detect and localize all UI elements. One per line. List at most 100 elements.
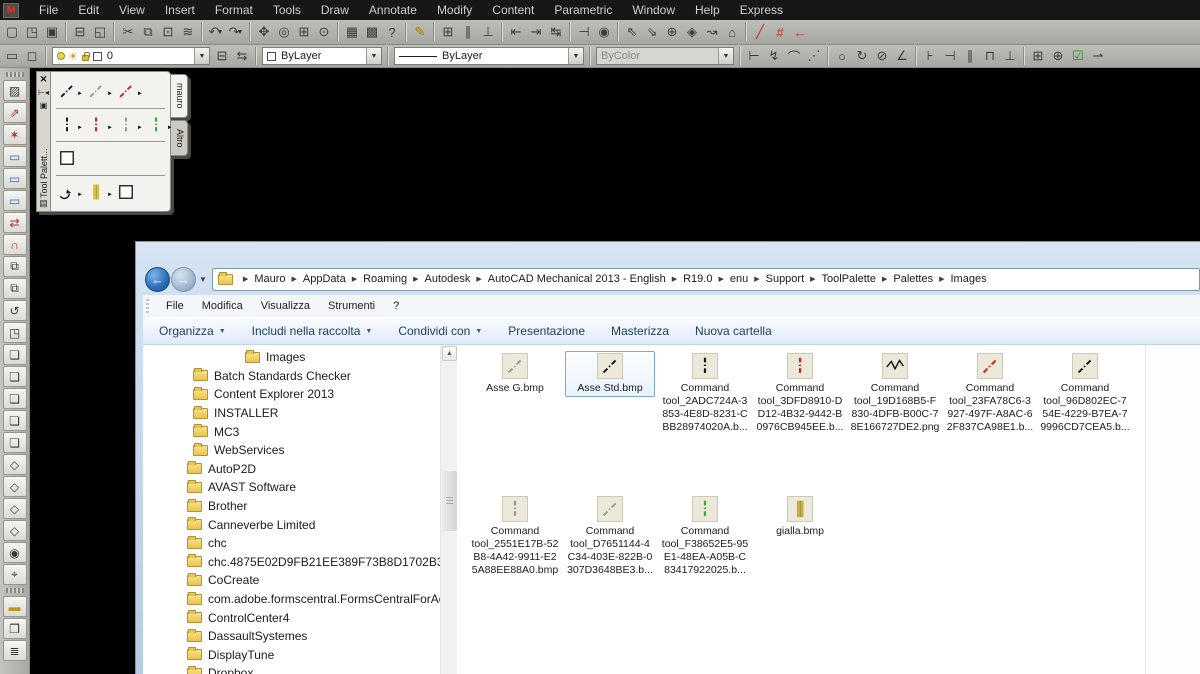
help-icon[interactable]: ?: [382, 22, 402, 42]
rotate-view-icon[interactable]: ↺: [2, 300, 27, 321]
construction-line-icon[interactable]: ╱: [750, 22, 770, 42]
construction-arrow-icon[interactable]: ←: [790, 22, 810, 42]
dim-baseline-icon[interactable]: ⇤: [506, 22, 526, 42]
redo-icon[interactable]: ↷ ▼: [226, 22, 246, 42]
iso-view-ne-icon[interactable]: ◇: [2, 454, 27, 475]
command-organizza[interactable]: Organizza ▼: [159, 324, 226, 338]
iso-view-sw-icon[interactable]: ◇: [2, 520, 27, 541]
breadcrumb-roaming[interactable]: Roaming: [363, 273, 407, 285]
tree-item-chc-4875e02d9fb21ee389f73b8d1702b320485d[interactable]: chc.4875E02D9FB21EE389F73B8D1702B320485D…: [143, 553, 440, 572]
sheet-set-icon[interactable]: ❐: [2, 618, 27, 639]
hatch-icon[interactable]: ▨: [2, 80, 27, 101]
acad-menu-annotate[interactable]: Annotate: [359, 1, 427, 19]
power-dimension-icon[interactable]: ⊣: [574, 22, 594, 42]
acad-menu-insert[interactable]: Insert: [155, 1, 205, 19]
leader-note-icon[interactable]: ↝: [702, 22, 722, 42]
polyline-arrow-icon[interactable]: ⇗: [2, 102, 27, 123]
layer-previous-icon[interactable]: ▭: [2, 46, 22, 66]
cut-icon[interactable]: ✂: [118, 22, 138, 42]
title-block-icon[interactable]: ⌂: [722, 22, 742, 42]
tree-item-chc[interactable]: chc: [143, 534, 440, 553]
toolbar-grip[interactable]: [5, 588, 24, 593]
layer-lock-icon[interactable]: [81, 51, 90, 61]
recent-pages-caret-icon[interactable]: ▼: [199, 275, 207, 284]
breadcrumb-images[interactable]: Images: [951, 273, 987, 285]
layer-on-icon[interactable]: [57, 52, 65, 60]
linetype-dropdown-caret[interactable]: ▼: [568, 48, 583, 64]
command-condividi-con[interactable]: Condividi con ▼: [398, 324, 482, 338]
tree-scrollbar[interactable]: ▲: [440, 345, 457, 674]
undo-icon[interactable]: ↶ ▼: [206, 22, 226, 42]
acad-menu-tools[interactable]: Tools: [263, 1, 311, 19]
dim-arc-icon[interactable]: ⌒: [784, 46, 804, 66]
explorer-menu-file[interactable]: File: [157, 298, 193, 314]
rectangle-tool-2[interactable]: [116, 181, 137, 202]
dimension-vertical-icon[interactable]: ⊥: [478, 22, 498, 42]
tree-item-canneverbe-limited[interactable]: Canneverbe Limited: [143, 515, 440, 534]
tree-item-brother[interactable]: Brother: [143, 497, 440, 516]
dim-arrow-icon[interactable]: ⇀: [1088, 46, 1108, 66]
tree-item-cocreate[interactable]: CoCreate: [143, 571, 440, 590]
tree-item-controlcenter4[interactable]: ControlCenter4: [143, 608, 440, 627]
rotate-tool-icon[interactable]: ↻: [852, 46, 872, 66]
file-item-command-tool-96d802ec[interactable]: Command tool_96D802EC-7 54E-4229-B7EA-7 999…: [1040, 351, 1130, 436]
annotation-icon[interactable]: ◈: [682, 22, 702, 42]
cube-view-3-icon[interactable]: ❏: [2, 388, 27, 409]
rectangle-blue-3-icon[interactable]: ▭: [2, 190, 27, 211]
zoom-window-icon[interactable]: ⊞: [294, 22, 314, 42]
dim-chain-icon[interactable]: ⋰: [804, 46, 824, 66]
zoom-object-icon[interactable]: ⌖: [2, 564, 27, 585]
magnet-icon[interactable]: ∩: [2, 234, 27, 255]
explorer-menu-strumenti[interactable]: Strumenti: [319, 298, 384, 314]
insert-symbol-icon[interactable]: ⊕: [662, 22, 682, 42]
line-black-tool[interactable]: [56, 114, 77, 135]
layer-dropdown-caret[interactable]: ▼: [194, 48, 209, 64]
axis-red-tool[interactable]: [116, 81, 137, 102]
power-snap-icon[interactable]: ✎: [410, 22, 430, 42]
pan-icon[interactable]: ✥: [254, 22, 274, 42]
forward-button[interactable]: →: [171, 266, 196, 292]
quickcalc-icon[interactable]: ▩: [362, 22, 382, 42]
explorer-title-strip[interactable]: [143, 242, 1200, 266]
breadcrumb-autocad-mechanical-2013-english[interactable]: AutoCAD Mechanical 2013 - English: [488, 273, 666, 285]
save-icon[interactable]: ▣: [42, 22, 62, 42]
tree-item-displaytune[interactable]: DisplayTune: [143, 646, 440, 665]
explorer-menu-modifica[interactable]: Modifica: [193, 298, 252, 314]
dim-align-icon[interactable]: ⊦: [920, 46, 940, 66]
line-green-tool[interactable]: [146, 114, 167, 135]
command-nuova-cartella[interactable]: Nuova cartella: [695, 324, 772, 338]
open-icon[interactable]: ◳: [22, 22, 42, 42]
palette-settings-icon[interactable]: ▤: [39, 198, 48, 209]
palette-tab-altro[interactable]: Altro: [171, 119, 188, 157]
construction-grid-icon[interactable]: #: [770, 22, 790, 42]
dimension-horizontal-icon[interactable]: ∥: [458, 22, 478, 42]
acad-menu-help[interactable]: Help: [685, 1, 730, 19]
acad-menu-view[interactable]: View: [109, 1, 155, 19]
acad-menu-file[interactable]: File: [29, 1, 68, 19]
file-item-command-tool-23fa78c6[interactable]: Command tool_23FA78C6-3 927-497F-A8AC-6 2F8…: [945, 351, 1035, 436]
explorer-menu-item[interactable]: ?: [384, 298, 408, 314]
file-item-command-tool-f38652e5[interactable]: Command tool_F38652E5-95 E1-48EA-A05B-C 834…: [660, 494, 750, 579]
revision-mark-icon[interactable]: ✶: [2, 124, 27, 145]
zoom-realtime-icon[interactable]: ◎: [274, 22, 294, 42]
dim-update-icon[interactable]: ↹: [546, 22, 566, 42]
palette-tab-mauro[interactable]: mauro: [171, 74, 188, 118]
back-button[interactable]: ←: [145, 266, 170, 292]
breadcrumb-support[interactable]: Support: [766, 273, 805, 285]
rectangle-blue-1-icon[interactable]: ▭: [2, 146, 27, 167]
acad-menu-window[interactable]: Window: [622, 1, 685, 19]
breadcrumb-r19-0[interactable]: R19.0: [683, 273, 712, 285]
yellow-line-tool[interactable]: [86, 181, 107, 202]
color-dropdown[interactable]: ByLayer ▼: [262, 47, 382, 65]
file-item-asse-std-bmp[interactable]: Asse Std.bmp: [565, 351, 655, 397]
check-standards-icon[interactable]: ☑: [1068, 46, 1088, 66]
zoom-detail-icon[interactable]: ◉: [594, 22, 614, 42]
dim-style-icon[interactable]: ⊣: [940, 46, 960, 66]
acad-menu-content[interactable]: Content: [482, 1, 544, 19]
color-dropdown-caret[interactable]: ▼: [366, 48, 381, 64]
cube-view-2-icon[interactable]: ❏: [2, 366, 27, 387]
scroll-up-icon[interactable]: ▲: [442, 346, 457, 361]
plot-preview-icon[interactable]: ◱: [90, 22, 110, 42]
camera-icon[interactable]: ◉: [2, 542, 27, 563]
tree-item-com-adobe-formscentral-formscentralforac[interactable]: com.adobe.formscentral.FormsCentralForAc…: [143, 590, 440, 609]
